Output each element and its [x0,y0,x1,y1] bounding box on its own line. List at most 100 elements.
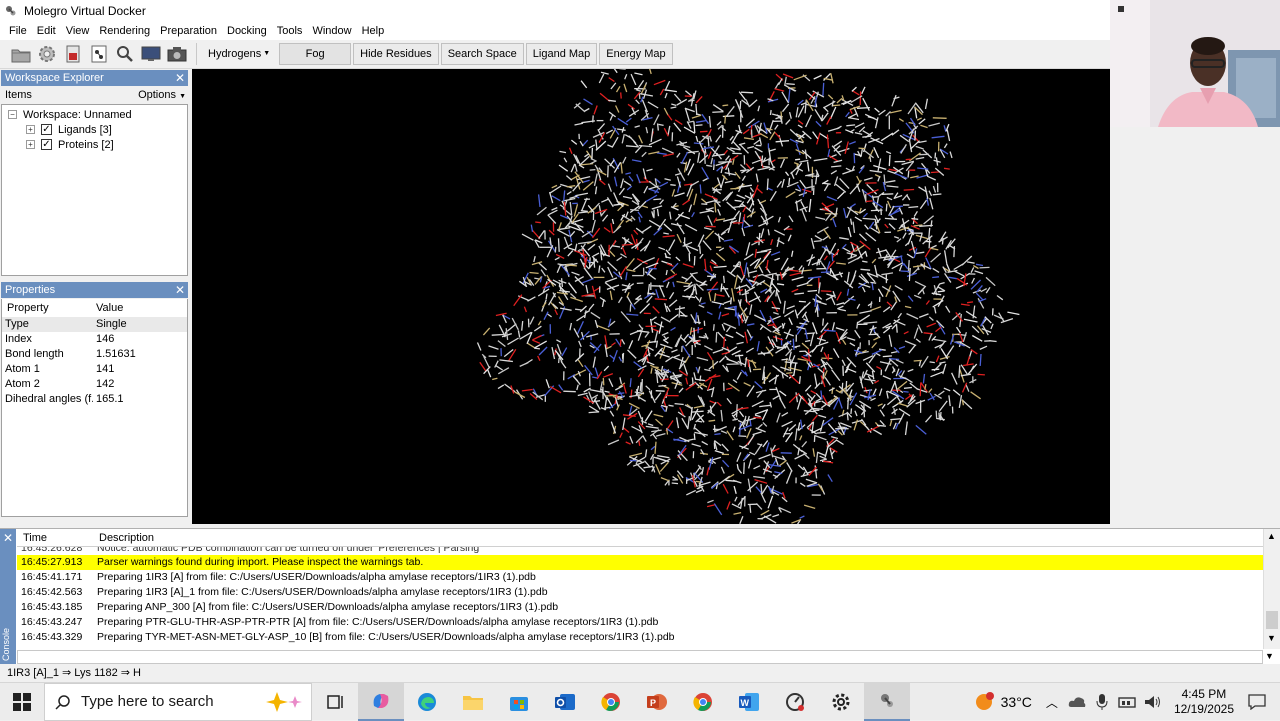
protein-structure-render[interactable] [192,69,1110,524]
ligands-checkbox[interactable]: ✓ [41,124,52,135]
menu-bar: File Edit View Rendering Preparation Doc… [0,22,1280,40]
toolbar: Hydrogens ▼ Fog Hide Residues Search Spa… [0,40,1280,69]
log-row[interactable]: 16:45:43.329Preparing TYR-MET-ASN-MET-GL… [17,630,1263,645]
log-description: Preparing PTR-GLU-THR-ASP-PTR-PTR [A] fr… [97,615,1263,630]
settings-gear-icon[interactable] [36,43,58,65]
property-value: 142 [93,377,187,392]
console-scrollbar[interactable]: ▲ ▼ [1263,529,1280,649]
system-tray: 33°C ︿ 4:45 PM 12/19/2025 [973,683,1280,721]
presenter-video [1110,0,1280,127]
copilot-icon[interactable] [358,683,404,721]
toolbar-separator [196,43,197,65]
chrome-profile-icon[interactable] [680,683,726,721]
hydrogens-dropdown[interactable]: Hydrogens ▼ [201,43,277,65]
chevron-down-icon[interactable]: ▼ [1265,651,1274,661]
task-view-icon[interactable] [312,683,358,721]
proteins-checkbox[interactable]: ✓ [41,139,52,150]
clock[interactable]: 4:45 PM 12/19/2025 [1174,687,1234,717]
molecule-viewport[interactable] [192,69,1110,524]
collapse-icon[interactable]: − [8,110,17,119]
outlook-icon[interactable] [542,683,588,721]
console-command-input[interactable] [17,650,1263,664]
speedometer-app-icon[interactable] [772,683,818,721]
log-row[interactable]: 16:45:26.628Notice: automatic PDB combin… [17,547,1263,555]
console-panel: ✕ Console Time Description 16:45:26.628N… [0,528,1280,664]
network-icon[interactable] [1118,695,1136,709]
notification-icon[interactable] [1248,694,1266,710]
log-row[interactable]: 16:45:41.171Preparing 1IR3 [A] from file… [17,570,1263,585]
menu-preparation[interactable]: Preparation [155,23,222,39]
tree-item-ligands[interactable]: + ✓ Ligands [3] [2,122,187,137]
scroll-down-icon[interactable]: ▼ [1267,633,1276,643]
scrollbar-thumb[interactable] [1266,611,1278,629]
ligand-map-button[interactable]: Ligand Map [526,43,598,65]
search-space-button[interactable]: Search Space [441,43,524,65]
clear-workspace-icon[interactable] [62,43,84,65]
title-bar: Molegro Virtual Docker [0,0,1280,22]
log-row-warning[interactable]: 16:45:27.913Parser warnings found during… [17,555,1263,570]
menu-tools[interactable]: Tools [272,23,308,39]
molegro-taskbar-icon[interactable] [864,683,910,721]
property-row[interactable]: Bond length1.51631 [2,347,187,362]
property-row[interactable]: Dihedral angles (f...165.1 [2,392,187,407]
fog-button[interactable]: Fog [279,43,351,65]
console-log[interactable]: 16:45:26.628Notice: automatic PDB combin… [17,547,1263,649]
chrome-icon[interactable] [588,683,634,721]
menu-docking[interactable]: Docking [222,23,272,39]
menu-file[interactable]: File [4,23,32,39]
hide-residues-button[interactable]: Hide Residues [353,43,439,65]
energy-map-button[interactable]: Energy Map [599,43,672,65]
menu-edit[interactable]: Edit [32,23,61,39]
chevron-up-icon[interactable]: ︿ [1046,694,1058,711]
temperature[interactable]: 33°C [1001,694,1032,710]
log-row[interactable]: 16:45:42.563Preparing 1IR3 [A]_1 from fi… [17,585,1263,600]
log-row[interactable]: 16:45:43.247Preparing PTR-GLU-THR-ASP-PT… [17,615,1263,630]
microsoft-store-icon[interactable] [496,683,542,721]
log-time: 16:45:26.628 [17,547,97,555]
edge-icon[interactable] [404,683,450,721]
close-icon[interactable]: ✕ [175,70,185,86]
clock-time: 4:45 PM [1174,687,1234,702]
weather-icon[interactable] [973,691,995,713]
log-time: 16:45:42.563 [17,585,97,600]
properties-columns: Property Value [1,299,188,317]
property-row[interactable]: Index146 [2,332,187,347]
menu-help[interactable]: Help [357,23,390,39]
file-explorer-icon[interactable] [450,683,496,721]
screenshot-icon[interactable] [140,43,162,65]
menu-window[interactable]: Window [307,23,356,39]
windows-start-icon[interactable] [0,683,44,721]
scroll-up-icon[interactable]: ▲ [1267,531,1276,541]
property-row[interactable]: Atom 1141 [2,362,187,377]
close-icon[interactable]: ✕ [3,531,13,545]
word-icon[interactable]: W [726,683,772,721]
menu-rendering[interactable]: Rendering [94,23,155,39]
menu-view[interactable]: View [61,23,95,39]
close-icon[interactable]: ✕ [175,282,185,298]
workspace-items-header: Items Options ▼ [1,86,188,104]
molecule-icon[interactable] [88,43,110,65]
log-time: 16:45:41.171 [17,570,97,585]
powerpoint-icon[interactable]: P [634,683,680,721]
tree-item-proteins[interactable]: + ✓ Proteins [2] [2,137,187,152]
zoom-magnifier-icon[interactable] [114,43,136,65]
settings-icon[interactable] [818,683,864,721]
console-columns: Time Description [17,529,1263,547]
property-row[interactable]: Atom 2142 [2,377,187,392]
camera-icon[interactable] [166,43,188,65]
svg-text:W: W [741,698,750,708]
expand-icon[interactable]: + [26,140,35,149]
log-time: 16:45:27.913 [17,555,97,570]
property-row[interactable]: TypeSingle [2,317,187,332]
taskbar-search-box[interactable]: Type here to search [44,683,312,721]
tree-root[interactable]: − Workspace: Unnamed [2,107,187,122]
log-row[interactable]: 16:45:43.185Preparing ANP_300 [A] from f… [17,600,1263,615]
workspace-tree: − Workspace: Unnamed + ✓ Ligands [3] + ✓… [1,104,188,276]
options-menu[interactable]: Options ▼ [138,86,186,106]
dropdown-arrow-icon: ▼ [179,93,186,100]
onedrive-icon[interactable] [1068,695,1086,709]
microphone-icon[interactable] [1096,694,1108,710]
expand-icon[interactable]: + [26,125,35,134]
open-folder-icon[interactable] [10,43,32,65]
volume-icon[interactable] [1144,695,1162,709]
